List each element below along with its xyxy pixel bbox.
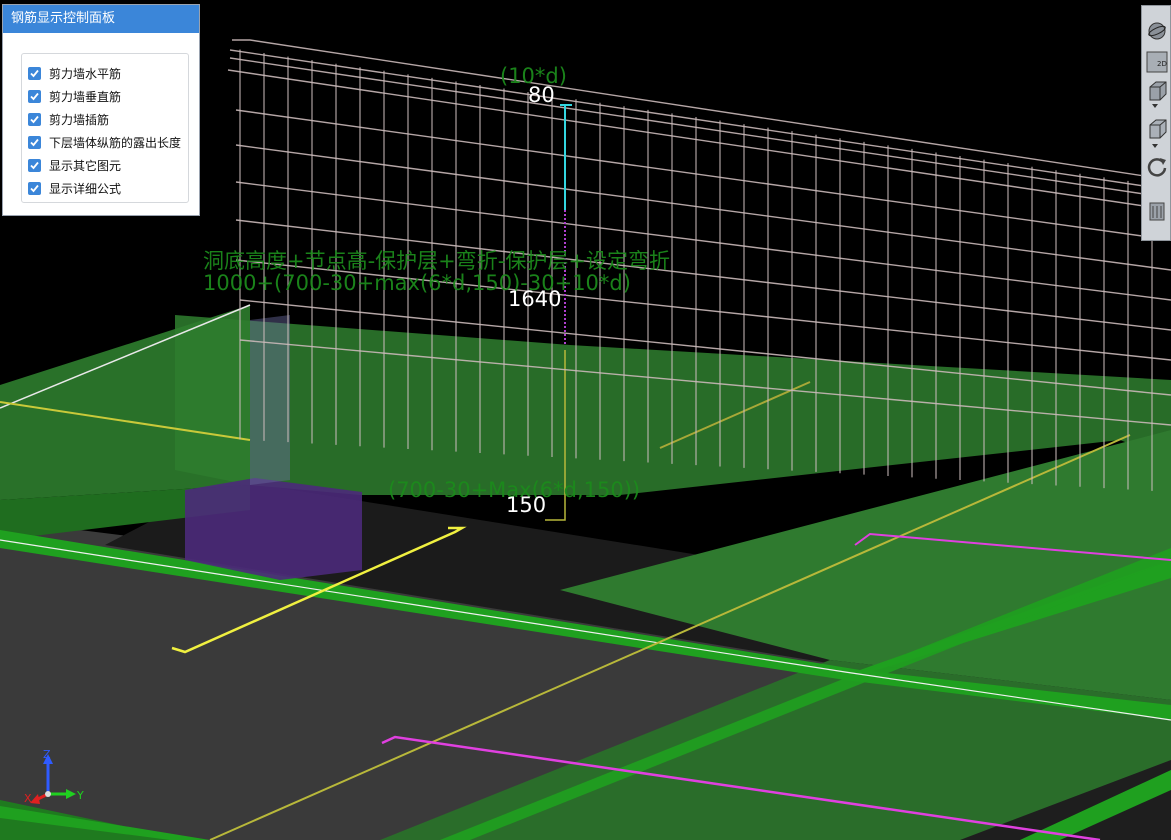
option-label: 显示其它图元 (49, 159, 122, 173)
option-row[interactable]: 显示其它图元 (22, 154, 188, 177)
checkmark-icon (30, 92, 39, 101)
axis-z-label: Z (43, 748, 51, 761)
2d-view-button[interactable]: 2D (1144, 49, 1169, 74)
axis-x-label: X (24, 792, 32, 805)
checkmark-icon (30, 184, 39, 193)
options-group: 剪力墙水平筋 剪力墙垂直筋 剪力墙插筋下层墙体纵筋的露出长度 显示其它图元 显示详细公式 (21, 53, 189, 203)
rebar-display-control-panel: 钢筋显示控制面板 剪力墙水平筋 剪力墙垂直筋 剪力墙插筋下层墙体纵筋的露出长度 显示其… (2, 4, 200, 216)
option-checkbox[interactable] (28, 113, 41, 126)
option-row[interactable]: 剪力墙插筋 (22, 108, 188, 131)
sphere-view-icon (1147, 22, 1166, 39)
checkmark-icon (30, 115, 39, 124)
option-checkbox[interactable] (28, 136, 41, 149)
2d-view-label: 2D (1157, 60, 1167, 68)
option-label: 剪力墙插筋 (49, 113, 110, 127)
option-checkbox[interactable] (28, 90, 41, 103)
axis-triad: Z X Y (24, 748, 94, 812)
option-checkbox[interactable] (28, 159, 41, 172)
option-label: 下层墙体纵筋的露出长度 (49, 136, 182, 150)
checkmark-icon (30, 161, 39, 170)
cube-view-dropdown[interactable] (1152, 104, 1158, 108)
checkmark-icon (30, 138, 39, 147)
cube-outline-icon (1149, 119, 1166, 138)
option-row[interactable]: 下层墙体纵筋的露出长度 (22, 131, 188, 154)
option-label: 剪力墙垂直筋 (49, 90, 122, 104)
option-row[interactable]: 显示详细公式 (22, 177, 188, 200)
rotate-icon (1147, 157, 1166, 177)
axis-y-label: Y (77, 789, 84, 802)
formula-line-2: 1000+(700-30+max(6*d,150)-30+10*d) (203, 271, 631, 295)
cube-outline-dropdown[interactable] (1152, 144, 1158, 148)
mid-value-label: 1640 (508, 287, 562, 311)
cube-outline-button[interactable] (1144, 116, 1169, 141)
top-value-label: 80 (528, 83, 555, 107)
sphere-view-button[interactable] (1144, 18, 1169, 43)
cube-view-button[interactable] (1144, 78, 1169, 103)
option-row[interactable]: 剪力墙垂直筋 (22, 85, 188, 108)
option-label: 剪力墙水平筋 (49, 67, 122, 81)
option-row[interactable]: 剪力墙水平筋 (22, 62, 188, 85)
bottom-value-label: 150 (506, 493, 547, 517)
checkmark-icon (30, 69, 39, 78)
option-checkbox[interactable] (28, 67, 41, 80)
option-checkbox[interactable] (28, 182, 41, 195)
rotate-button[interactable] (1144, 154, 1169, 179)
panel-title: 钢筋显示控制面板 (3, 5, 199, 33)
layers-icon (1149, 202, 1164, 220)
option-label: 显示详细公式 (49, 182, 122, 196)
layers-button[interactable] (1144, 198, 1169, 223)
cube-view-icon (1149, 81, 1166, 100)
view-toolbar: 2D (1141, 5, 1171, 241)
